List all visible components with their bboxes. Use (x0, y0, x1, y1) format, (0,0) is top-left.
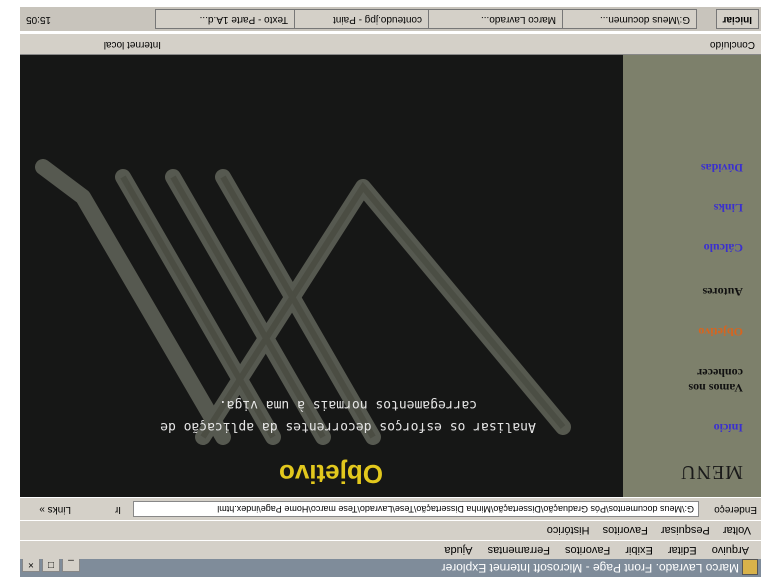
go-button[interactable]: Ir (115, 498, 121, 520)
nav-links[interactable]: Links (714, 200, 743, 215)
task-explorer[interactable]: G:\Meus documen... (557, 9, 697, 29)
menu-exibir[interactable]: Exibir (625, 544, 653, 556)
page-content: MENU Início Vamos nos conhecer Objetivo … (20, 55, 761, 497)
ie-icon (742, 559, 758, 575)
task-word[interactable]: Texto - Parte 1A.d... (155, 9, 295, 29)
history-button[interactable]: Histórico (547, 524, 590, 536)
start-button[interactable]: Iniciar (715, 9, 759, 29)
toolbar: Voltar Pesquisar Favoritos Histórico (20, 520, 761, 541)
main-area: Objetivo Analisar os esforços decorrente… (20, 55, 623, 497)
search-button[interactable]: Pesquisar (661, 524, 710, 536)
nav-vamos-nos-conhecer[interactable]: Vamos nos conhecer (643, 365, 743, 395)
nav-autores[interactable]: Autores (703, 284, 743, 299)
browser-window: Marco Lavrado. Front Page - Microsoft In… (0, 0, 779, 585)
menu-ferramentas[interactable]: Ferramentas (488, 544, 550, 556)
window-title: Marco Lavrado. Front Page - Microsoft In… (441, 561, 739, 575)
links-button[interactable]: Links » (39, 498, 71, 520)
nav-calculo[interactable]: Cálculo (704, 240, 743, 255)
status-bar: Concluído Internet local (20, 34, 761, 55)
menu-arquivo[interactable]: Arquivo (712, 544, 749, 556)
taskbar: Iniciar G:\Meus documen... Marco Lavrado… (20, 7, 761, 33)
menu-ajuda[interactable]: Ajuda (444, 544, 472, 556)
menu-bar: Arquivo Editar Exibir Favoritos Ferramen… (20, 541, 761, 559)
favorites-button[interactable]: Favoritos (603, 524, 648, 536)
clock: 15:05 (26, 14, 52, 25)
menu-title: MENU (680, 461, 743, 483)
nav-objetivo[interactable]: Objetivo (698, 324, 743, 339)
sidebar: MENU Início Vamos nos conhecer Objetivo … (623, 55, 761, 497)
address-label: Endereço (714, 504, 757, 515)
title-bar: Marco Lavrado. Front Page - Microsoft In… (20, 556, 761, 577)
task-browser[interactable]: Marco Lavrado... (423, 9, 563, 29)
nav-duvidas[interactable]: Dúvidas (701, 160, 743, 175)
status-text: Concluído (709, 39, 755, 50)
objective-text: Analisar os esforços decorrentes da apli… (160, 397, 536, 434)
back-button[interactable]: Voltar (723, 524, 751, 536)
menu-favoritos[interactable]: Favoritos (565, 544, 610, 556)
task-paint[interactable]: conteudo.jpg - Paint (289, 9, 429, 29)
page-title: Objetivo (278, 459, 383, 489)
security-zone: Internet local (103, 39, 161, 50)
address-bar: Endereço G:\Meus documentos\Pós Graduaçã… (20, 498, 761, 521)
nav-inicio[interactable]: Início (714, 420, 743, 435)
address-input[interactable]: G:\Meus documentos\Pós Graduação\Dissert… (133, 501, 699, 517)
menu-editar[interactable]: Editar (668, 544, 697, 556)
